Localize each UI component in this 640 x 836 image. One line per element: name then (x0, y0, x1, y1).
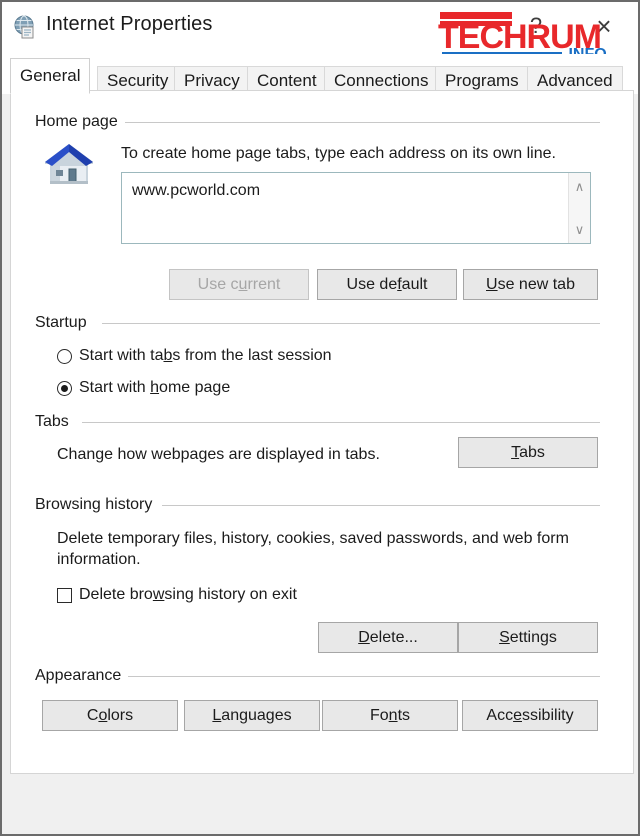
internet-properties-icon (12, 14, 38, 40)
browsing-history-description: Delete temporary files, history, cookies… (57, 530, 569, 568)
tab-general[interactable]: General (10, 58, 91, 94)
delete-button[interactable]: Delete... (318, 622, 458, 653)
delete-browsing-history-checkbox[interactable]: Delete browsing history on exit (57, 586, 297, 604)
appearance-group-rule (127, 676, 600, 677)
startup-group-rule (102, 323, 600, 324)
use-new-tab-button[interactable]: Use new tab (463, 269, 598, 300)
tabs-button[interactable]: Tabs (458, 437, 598, 468)
checkbox-indicator-delete-history[interactable] (57, 587, 72, 603)
window-title: Internet Properties (46, 13, 213, 35)
colors-button[interactable]: Colors (42, 700, 178, 731)
use-default-button[interactable]: Use default (317, 269, 457, 300)
home-page-address-value: www.pcworld.com (132, 182, 261, 199)
browsing-history-group-label: Browsing history (35, 496, 160, 514)
radio-label-home-page: Start with home page (79, 379, 231, 396)
radio-start-with-home-page[interactable]: Start with home page (57, 379, 230, 397)
tab-strip: General Security Privacy Content Connect… (2, 54, 638, 94)
radio-indicator-home-page[interactable] (57, 380, 72, 396)
startup-group-label: Startup (35, 314, 94, 332)
title-bar: Internet Properties ? × TECHRUM .INFO (2, 2, 638, 63)
settings-button[interactable]: Settings (458, 622, 598, 653)
help-button[interactable]: ? (518, 8, 554, 44)
home-page-group-rule (120, 122, 600, 123)
home-page-address-input[interactable]: www.pcworld.com ∧ ∨ (121, 172, 591, 244)
tabs-group-label: Tabs (35, 413, 76, 431)
radio-label-last-session: Start with tabs from the last session (79, 347, 332, 364)
browsing-history-group-rule (162, 505, 600, 506)
dialog-footer: OK Cancel Apply (2, 774, 638, 834)
home-page-description: To create home page tabs, type each addr… (121, 145, 556, 162)
internet-properties-dialog: Internet Properties ? × TECHRUM .INFO Ge… (0, 0, 640, 836)
tabs-description: Change how webpages are displayed in tab… (57, 446, 380, 463)
use-current-button[interactable]: Use current (169, 269, 309, 300)
tabs-group-rule (82, 422, 600, 423)
appearance-group-label: Appearance (35, 667, 129, 685)
house-icon (40, 136, 98, 192)
accessibility-button[interactable]: Accessibility (462, 700, 598, 731)
checkbox-label-delete-history: Delete browsing history on exit (79, 586, 297, 603)
radio-start-with-last-session[interactable]: Start with tabs from the last session (57, 347, 332, 365)
scroll-up-icon[interactable]: ∧ (569, 180, 590, 193)
home-page-group-label: Home page (35, 113, 125, 131)
radio-indicator-last-session[interactable] (57, 348, 72, 364)
home-page-scrollbar[interactable]: ∧ ∨ (568, 173, 590, 243)
fonts-button[interactable]: Fonts (322, 700, 458, 731)
close-button[interactable]: × (586, 8, 622, 44)
scroll-down-icon[interactable]: ∨ (569, 223, 590, 236)
languages-button[interactable]: Languages (184, 700, 320, 731)
